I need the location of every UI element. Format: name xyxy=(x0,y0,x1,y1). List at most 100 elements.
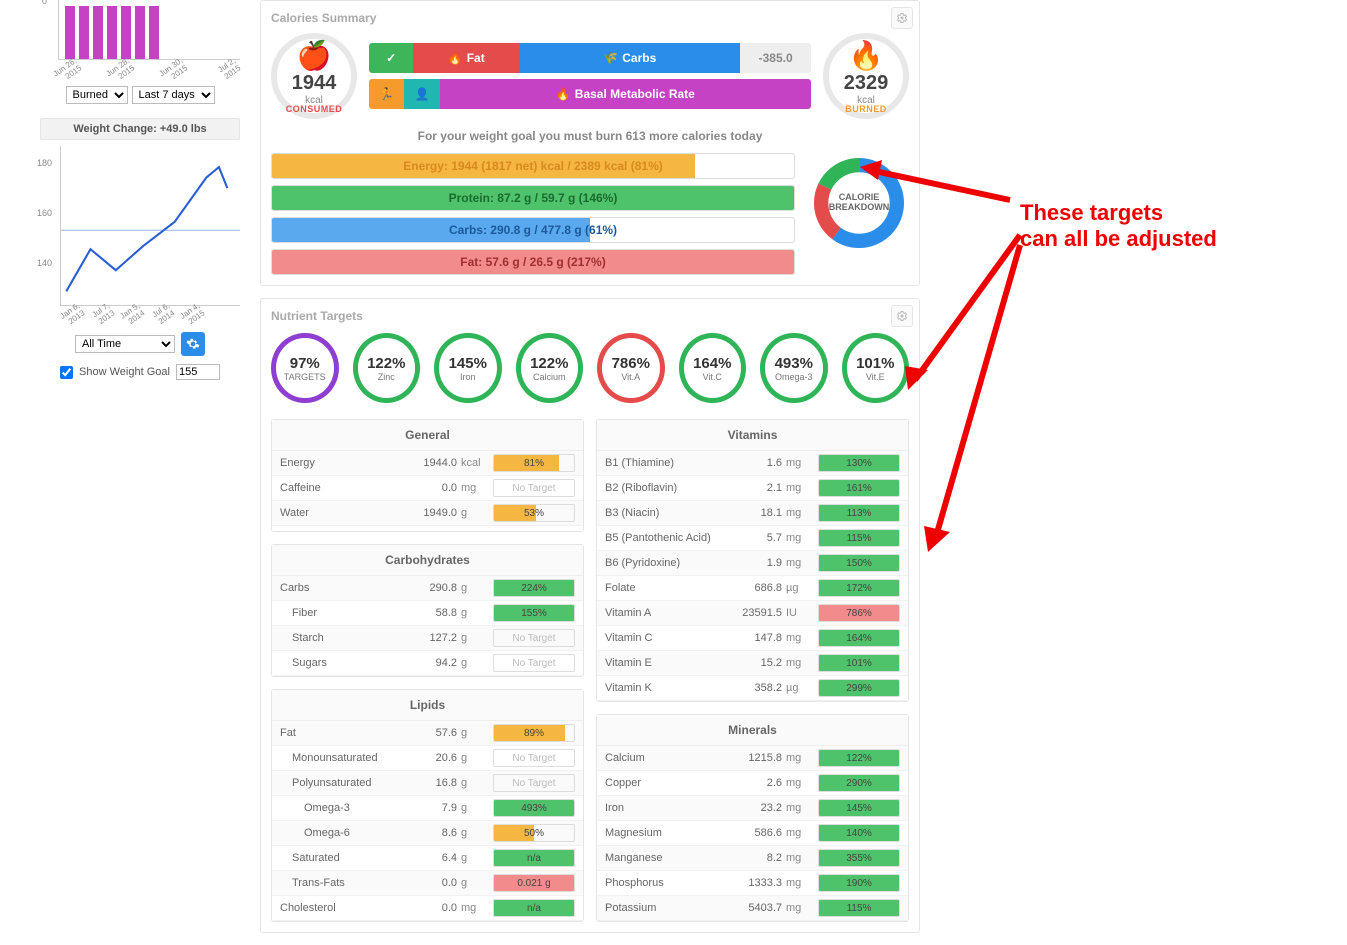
table-row: Vitamin K 358.2 µg 299% xyxy=(597,676,908,701)
target-bar[interactable]: No Target xyxy=(493,629,575,647)
weight-settings-button[interactable] xyxy=(181,332,205,356)
table-row: Copper 2.6 mg 290% xyxy=(597,771,908,796)
burned-mini-chart xyxy=(58,0,240,60)
table-row: Saturated 6.4 g n/a xyxy=(272,846,583,871)
weight-change-title: Weight Change: +49.0 lbs xyxy=(40,118,240,140)
table-general: General Energy 1944.0 kcal 81% Caffeine … xyxy=(271,419,584,532)
target-bar[interactable]: 155% xyxy=(493,604,575,622)
protein-bar: Protein: 87.2 g / 59.7 g (146%) xyxy=(271,185,795,211)
target-bar[interactable]: 161% xyxy=(818,479,900,497)
target-bar[interactable]: 53% xyxy=(493,504,575,522)
target-bar[interactable]: No Target xyxy=(493,479,575,497)
target-bar[interactable]: 0.021 g xyxy=(493,874,575,892)
table-row: Omega-6 8.6 g 50% xyxy=(272,821,583,846)
calsum-settings-button[interactable] xyxy=(891,7,913,29)
target-bar[interactable]: No Target xyxy=(493,749,575,767)
exercise-seg: 👤 xyxy=(404,79,439,109)
table-row: Caffeine 0.0 mg No Target xyxy=(272,476,583,501)
target-bar[interactable]: 190% xyxy=(818,874,900,892)
target-bar[interactable]: 355% xyxy=(818,849,900,867)
target-bar[interactable]: 145% xyxy=(818,799,900,817)
table-row: Omega-3 7.9 g 493% xyxy=(272,796,583,821)
table-row: Vitamin E 15.2 mg 101% xyxy=(597,651,908,676)
bmr-seg: 🔥 Basal Metabolic Rate xyxy=(440,79,811,109)
table-row: Vitamin C 147.8 mg 164% xyxy=(597,626,908,651)
table-row: Water 1949.0 g 53% xyxy=(272,501,583,526)
fat-bar: Fat: 57.6 g / 26.5 g (217%) xyxy=(271,249,795,275)
carbs-bar: Carbs: 290.8 g / 477.8 g (61%) xyxy=(271,217,795,243)
annotation-line2: can all be adjusted xyxy=(1020,226,1217,252)
target-bar[interactable]: No Target xyxy=(493,654,575,672)
target-bar[interactable]: 115% xyxy=(818,529,900,547)
table-carbohydrates: Carbohydrates Carbs 290.8 g 224% Fiber 5… xyxy=(271,544,584,677)
target-bar[interactable]: 493% xyxy=(493,799,575,817)
target-bar[interactable]: 172% xyxy=(818,579,900,597)
table-row: Folate 686.8 µg 172% xyxy=(597,576,908,601)
burned-metric-select[interactable]: Burned xyxy=(66,86,128,104)
target-bar[interactable]: 786% xyxy=(818,604,900,622)
calories-summary-card: Calories Summary 🍎 1944 kcal CONSUMED ✓ … xyxy=(260,0,920,286)
target-bar[interactable]: No Target xyxy=(493,774,575,792)
table-row: Manganese 8.2 mg 355% xyxy=(597,846,908,871)
apple-icon: 🍎 xyxy=(297,39,332,72)
table-row: B3 (Niacin) 18.1 mg 113% xyxy=(597,501,908,526)
nt-ring-vit.e[interactable]: 101% Vit.E xyxy=(842,333,910,403)
table-row: Fat 57.6 g 89% xyxy=(272,721,583,746)
table-row: Calcium 1215.8 mg 122% xyxy=(597,746,908,771)
carbs-seg: 🌾 Carbs xyxy=(519,43,740,73)
target-bar[interactable]: 113% xyxy=(818,504,900,522)
table-row: B2 (Riboflavin) 2.1 mg 161% xyxy=(597,476,908,501)
target-bar[interactable]: 150% xyxy=(818,554,900,572)
table-row: Cholesterol 0.0 mg n/a xyxy=(272,896,583,921)
table-row: Sugars 94.2 g No Target xyxy=(272,651,583,676)
nt-ring-vit.a[interactable]: 786% Vit.A xyxy=(597,333,665,403)
target-bar[interactable]: 89% xyxy=(493,724,575,742)
target-bar[interactable]: 122% xyxy=(818,749,900,767)
table-row: Fiber 58.8 g 155% xyxy=(272,601,583,626)
target-bar[interactable]: 299% xyxy=(818,679,900,697)
target-bar[interactable]: 50% xyxy=(493,824,575,842)
weight-range-select[interactable]: All Time xyxy=(75,335,175,353)
weight-line-chart: 180 160 140 xyxy=(60,146,240,306)
nt-ring-calcium[interactable]: 122% Calcium xyxy=(516,333,584,403)
table-row: Potassium 5403.7 mg 115% xyxy=(597,896,908,921)
table-minerals: Minerals Calcium 1215.8 mg 122% Copper 2… xyxy=(596,714,909,922)
nt-title: Nutrient Targets xyxy=(271,309,909,323)
nt-ring-targets[interactable]: 97% TARGETS xyxy=(271,333,339,403)
target-bar[interactable]: 224% xyxy=(493,579,575,597)
bar-x-labels: Jun 26, 2015Jun 28, 2015Jun 30, 2015Jul … xyxy=(54,62,240,80)
consumed-ring: 🍎 1944 kcal CONSUMED xyxy=(271,33,357,119)
target-bar[interactable]: 130% xyxy=(818,454,900,472)
goal-weight-input[interactable] xyxy=(176,364,220,380)
table-row: Energy 1944.0 kcal 81% xyxy=(272,451,583,476)
show-weight-goal-label: Show Weight Goal xyxy=(79,366,170,378)
nt-ring-vit.c[interactable]: 164% Vit.C xyxy=(679,333,747,403)
target-bar[interactable]: n/a xyxy=(493,899,575,917)
calsum-title: Calories Summary xyxy=(271,11,909,25)
target-bar[interactable]: 101% xyxy=(818,654,900,672)
target-bar[interactable]: n/a xyxy=(493,849,575,867)
nt-ring-omega-3[interactable]: 493% Omega-3 xyxy=(760,333,828,403)
target-bar[interactable]: 115% xyxy=(818,899,900,917)
table-row: Trans-Fats 0.0 g 0.021 g xyxy=(272,871,583,896)
target-bar[interactable]: 164% xyxy=(818,629,900,647)
target-bar[interactable]: 290% xyxy=(818,774,900,792)
table-row: Starch 127.2 g No Target xyxy=(272,626,583,651)
target-bar[interactable]: 81% xyxy=(493,454,575,472)
burned-ring: 🔥 2329 kcal BURNED xyxy=(823,33,909,119)
flame-icon: 🔥 xyxy=(849,39,884,72)
annotation-overlay: These targets can all be adjusted xyxy=(940,0,1307,945)
table-row: Iron 23.2 mg 145% xyxy=(597,796,908,821)
target-bar[interactable]: 140% xyxy=(818,824,900,842)
show-weight-goal-checkbox[interactable] xyxy=(60,366,73,379)
burned-range-select[interactable]: Last 7 days xyxy=(132,86,215,104)
gear-icon xyxy=(186,337,200,351)
table-row: B1 (Thiamine) 1.6 mg 130% xyxy=(597,451,908,476)
arrow-icon xyxy=(860,160,1020,220)
nt-ring-iron[interactable]: 145% Iron xyxy=(434,333,502,403)
annotation-line1: These targets xyxy=(1020,200,1217,226)
table-row: Magnesium 586.6 mg 140% xyxy=(597,821,908,846)
table-lipids: Lipids Fat 57.6 g 89% Monounsaturated 20… xyxy=(271,689,584,922)
nt-ring-zinc[interactable]: 122% Zinc xyxy=(353,333,421,403)
table-row: Vitamin A 23591.5 IU 786% xyxy=(597,601,908,626)
